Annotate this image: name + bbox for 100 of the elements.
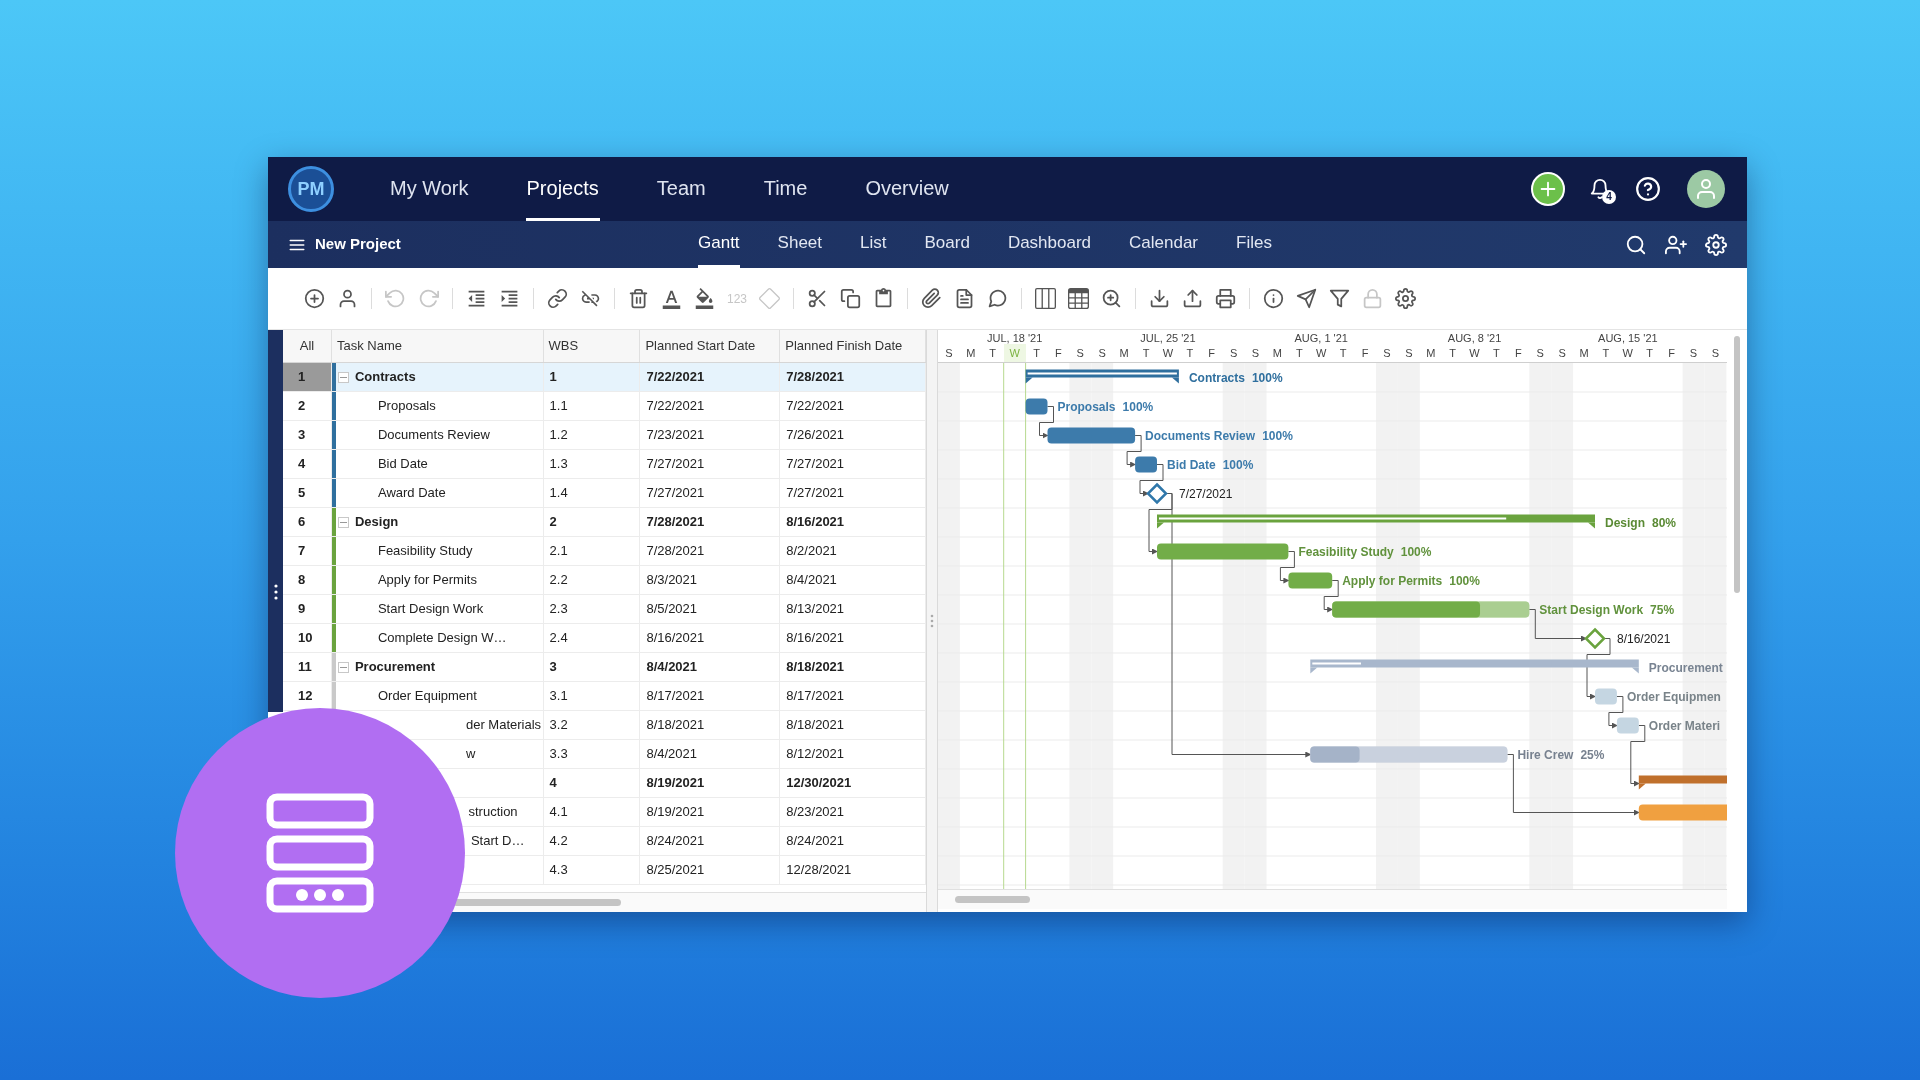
task-bar[interactable] <box>1135 456 1157 473</box>
column-header[interactable]: All <box>283 330 332 362</box>
row-number[interactable]: 2 <box>283 392 332 420</box>
summary-bar[interactable] <box>1025 369 1179 384</box>
info-icon[interactable] <box>1263 288 1285 309</box>
row-number[interactable]: 5 <box>283 479 332 507</box>
comment-icon[interactable] <box>987 288 1009 309</box>
nav-tab[interactable]: Time <box>762 157 809 221</box>
view-tab[interactable]: Dashboard <box>1007 221 1092 268</box>
scrollbar-thumb[interactable] <box>453 899 621 906</box>
task-name[interactable]: struction <box>468 802 518 822</box>
search-icon[interactable] <box>1625 233 1647 256</box>
table-row[interactable]: 11 Procurement 3 8/4/2021 8/18/2021 <box>283 653 926 682</box>
task-name[interactable]: Complete Design W… <box>377 628 507 648</box>
task-name[interactable]: Start Design Work <box>377 599 484 619</box>
task-name[interactable]: Feasibility Study <box>377 541 473 561</box>
row-number[interactable]: 9 <box>283 595 332 623</box>
view-tab[interactable]: Sheet <box>777 221 823 268</box>
task-name[interactable]: w <box>465 744 476 764</box>
table-row[interactable]: 9 Start Design Work 2.3 8/5/2021 8/13/2021 <box>283 595 926 624</box>
table-row[interactable]: 8 Apply for Permits 2.2 8/3/2021 8/4/2021 <box>283 566 926 595</box>
column-header[interactable]: Planned Finish Date <box>780 330 926 362</box>
milestone-marker[interactable] <box>1146 482 1168 505</box>
table-row[interactable]: 10 Complete Design W… 2.4 8/16/2021 8/16/2021 <box>283 624 926 653</box>
zoom-in-icon[interactable] <box>1101 288 1123 309</box>
nav-tab[interactable]: My Work <box>389 157 470 221</box>
columns-icon[interactable] <box>1035 288 1057 309</box>
task-name[interactable]: Start D… <box>470 831 525 851</box>
copy-icon[interactable] <box>840 288 862 309</box>
paperclip-icon[interactable] <box>921 288 943 309</box>
add-circle-icon[interactable] <box>304 288 325 309</box>
drag-handle-icon[interactable] <box>273 584 278 600</box>
table-row[interactable]: 3 Documents Review 1.2 7/23/2021 7/26/2021 <box>283 421 926 450</box>
row-number[interactable]: 4 <box>283 450 332 478</box>
table-row[interactable]: 4 Bid Date 1.3 7/27/2021 7/27/2021 <box>283 450 926 479</box>
task-name[interactable]: Award Date <box>377 483 446 503</box>
project-name[interactable]: New Project <box>315 233 401 256</box>
upload-icon[interactable] <box>1182 288 1204 309</box>
settings-icon[interactable] <box>1395 288 1417 309</box>
table-row[interactable]: 7 Feasibility Study 2.1 7/28/2021 8/2/2021 <box>283 537 926 566</box>
task-name[interactable]: Procurement <box>354 657 436 677</box>
task-name[interactable]: Order Equipment <box>377 686 477 706</box>
task-name[interactable]: der Materials <box>465 715 542 735</box>
task-name[interactable]: Contracts <box>354 367 416 387</box>
task-name[interactable]: Proposals <box>377 396 436 416</box>
unlink-icon[interactable] <box>580 288 601 309</box>
nav-tab[interactable]: Team <box>655 157 707 221</box>
row-number[interactable]: 1 <box>283 363 332 391</box>
printer-icon[interactable] <box>1215 288 1237 309</box>
collapse-toggle[interactable] <box>337 516 349 528</box>
avatar[interactable] <box>1687 170 1725 208</box>
row-number[interactable]: 11 <box>283 653 332 681</box>
table-icon[interactable] <box>1068 288 1090 309</box>
splitter-handle-icon[interactable] <box>930 614 934 628</box>
trash-icon[interactable] <box>628 288 649 309</box>
row-number[interactable]: 3 <box>283 421 332 449</box>
link-icon[interactable] <box>547 288 568 309</box>
column-header[interactable]: Task Name <box>331 330 544 362</box>
scrollbar-thumb[interactable] <box>1734 336 1740 593</box>
collapse-toggle[interactable] <box>337 371 349 383</box>
user-icon[interactable] <box>337 288 358 309</box>
task-bar[interactable] <box>1288 572 1333 589</box>
collapse-toggle[interactable] <box>337 661 349 673</box>
task-bar[interactable] <box>1047 427 1136 444</box>
paint-bucket-icon[interactable] <box>694 288 715 309</box>
download-icon[interactable] <box>1149 288 1171 309</box>
task-bar[interactable] <box>1025 398 1048 415</box>
row-number[interactable]: 6 <box>283 508 332 536</box>
summary-bar[interactable] <box>1638 775 1727 790</box>
summary-bar[interactable] <box>1157 514 1595 529</box>
milestone-marker[interactable] <box>1584 627 1606 650</box>
task-name[interactable]: Design <box>354 512 399 532</box>
task-name[interactable]: Bid Date <box>377 454 428 474</box>
table-row[interactable]: 5 Award Date 1.4 7/27/2021 7/27/2021 <box>283 479 926 508</box>
table-row[interactable]: 1 Contracts 1 7/22/2021 7/28/2021 <box>283 363 926 392</box>
view-tab[interactable]: List <box>860 221 887 268</box>
add-button[interactable] <box>1531 172 1565 206</box>
column-header[interactable]: Planned Start Date <box>640 330 781 362</box>
table-row[interactable]: 12 Order Equipment 3.1 8/17/2021 8/17/2021 <box>283 682 926 711</box>
send-icon[interactable] <box>1296 288 1318 309</box>
view-tab[interactable]: Files <box>1236 221 1272 268</box>
table-row[interactable]: 6 Design 2 7/28/2021 8/16/2021 <box>283 508 926 537</box>
view-tab[interactable]: Board <box>924 221 970 268</box>
add-user-icon[interactable] <box>1665 233 1687 256</box>
app-logo[interactable]: PM <box>288 166 334 212</box>
row-number[interactable]: 10 <box>283 624 332 652</box>
filter-icon[interactable] <box>1329 288 1351 309</box>
scrollbar-thumb[interactable] <box>955 896 1030 903</box>
row-number[interactable]: 8 <box>283 566 332 594</box>
outdent-icon[interactable] <box>466 288 487 309</box>
column-header[interactable]: WBS <box>543 330 641 362</box>
row-number[interactable]: 7 <box>283 537 332 565</box>
table-row[interactable]: 2 Proposals 1.1 7/22/2021 7/22/2021 <box>283 392 926 421</box>
help-icon[interactable] <box>1635 176 1661 202</box>
nav-tab[interactable]: Overview <box>864 157 950 221</box>
text-color-icon[interactable] <box>661 288 682 309</box>
task-name[interactable]: Documents Review <box>377 425 490 445</box>
indent-icon[interactable] <box>499 288 520 309</box>
task-name[interactable]: Apply for Permits <box>377 570 477 590</box>
view-tab[interactable]: Calendar <box>1129 221 1199 268</box>
